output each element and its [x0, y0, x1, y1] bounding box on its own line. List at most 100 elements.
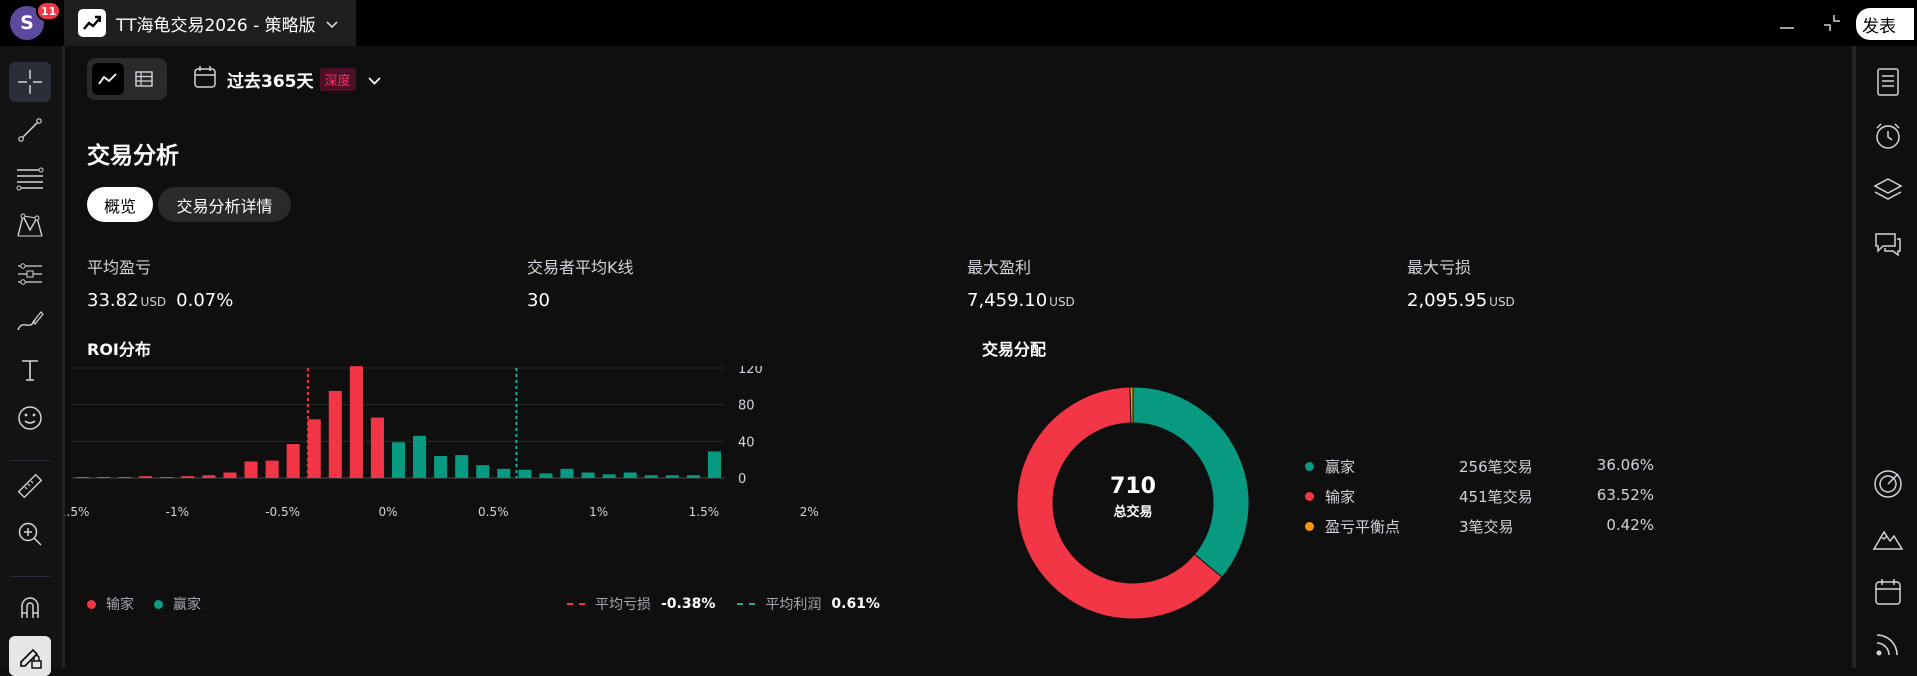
row-name: 赢家 — [1325, 458, 1356, 476]
donut-center: 710 总交易 — [1014, 474, 1252, 520]
winner-bar — [686, 475, 700, 478]
pattern-icon[interactable] — [9, 206, 51, 246]
loser-bar — [244, 461, 258, 478]
collapse-icon[interactable] — [1818, 10, 1846, 36]
loser-bar — [97, 477, 111, 478]
watchlist-icon[interactable] — [1870, 64, 1906, 100]
avg-profit-dash-icon — [737, 603, 756, 605]
minimize-icon[interactable] — [1773, 10, 1801, 36]
stat-avg-bars: 交易者平均K线 30 — [527, 254, 634, 311]
avatar-letter: S — [20, 12, 34, 34]
winner-bar — [434, 456, 448, 478]
stat-avg-pnl: 平均盈亏 33.82 USD 0.07% — [87, 254, 233, 311]
loser-bar — [160, 477, 174, 478]
avg-loss-label: 平均亏损 — [595, 597, 651, 613]
x-tick-label: 2% — [800, 505, 819, 519]
legend-losers: 输家 — [106, 597, 134, 613]
chevron-down-icon[interactable] — [326, 14, 338, 33]
x-tick-label: -0.5% — [265, 505, 300, 519]
zoom-in-icon[interactable] — [9, 514, 51, 554]
fib-retracement-icon[interactable] — [9, 158, 51, 198]
winner-bar — [391, 442, 406, 478]
stat-value: 30 — [527, 290, 550, 311]
loser-bar — [223, 472, 237, 478]
row-trades: 451笔交易 — [1459, 488, 1533, 506]
stat-label: 交易者平均K线 — [527, 258, 634, 277]
stat-value: 2,095.95 — [1407, 290, 1488, 311]
alert-clock-icon[interactable] — [1870, 118, 1906, 154]
page-title: 交易分析 — [87, 143, 179, 169]
chart-logo-icon — [78, 9, 106, 37]
main-panel: 过去365天 深度 交易分析 概览 交易分析详情 平均盈亏 33.82 USD 0.… — [65, 46, 1852, 668]
publish-button[interactable]: 发表 — [1856, 8, 1914, 40]
breakeven-dot — [1305, 522, 1314, 531]
trend-line-icon[interactable] — [9, 110, 51, 150]
stat-percent: 0.07% — [176, 290, 234, 311]
legend-winners: 赢家 — [173, 597, 201, 613]
loser-bar — [139, 476, 153, 478]
loser-bar — [181, 476, 195, 478]
date-range-selector[interactable]: 过去365天 深度 — [193, 64, 381, 94]
crosshair-icon[interactable] — [9, 62, 51, 102]
right-toolbar — [1856, 46, 1917, 668]
stat-unit: USD — [1049, 295, 1075, 309]
stat-unit: USD — [1489, 295, 1515, 309]
ideas-mountain-icon[interactable] — [1870, 520, 1906, 556]
winner-bar — [413, 435, 427, 478]
x-tick-label: 1.5% — [689, 505, 720, 519]
row-name: 输家 — [1325, 488, 1356, 506]
ruler-icon[interactable] — [9, 466, 51, 506]
winner-bar — [518, 469, 532, 478]
brush-icon[interactable] — [9, 302, 51, 342]
x-tick-label: -1.5% — [65, 505, 89, 519]
tab-strategy[interactable]: TT海龟交易2026 - 策略版 — [64, 0, 356, 46]
toolbar-divider — [10, 460, 50, 461]
winner-bar — [560, 468, 574, 478]
tab-title: TT海龟交易2026 - 策略版 — [116, 15, 316, 36]
row-percent: 36.06% — [1596, 456, 1654, 474]
losers-dot — [1305, 492, 1314, 501]
loser-bar — [118, 477, 132, 478]
notification-badge: 11 — [36, 1, 62, 21]
x-tick-label: 0% — [378, 505, 397, 519]
loser-bar — [286, 444, 300, 478]
emoji-icon[interactable] — [9, 398, 51, 438]
layers-icon[interactable] — [1870, 172, 1906, 208]
row-name: 盈亏平衡点 — [1325, 518, 1401, 536]
chat-icon[interactable] — [1870, 226, 1906, 262]
y-tick-label: 40 — [738, 435, 755, 450]
winner-bar — [644, 475, 658, 478]
date-range-label: 过去365天 — [227, 71, 314, 92]
winner-bar — [581, 472, 595, 478]
chevron-down-icon — [367, 70, 381, 89]
distribution-title: 交易分配 — [982, 340, 1047, 359]
winner-bar — [707, 451, 721, 478]
winner-bar — [539, 473, 553, 478]
target-icon[interactable] — [1870, 466, 1906, 502]
tab-analysis-details[interactable]: 交易分析详情 — [158, 187, 291, 222]
avg-loss-value: -0.38% — [661, 596, 716, 612]
tab-overview[interactable]: 概览 — [87, 187, 153, 222]
row-trades: 256笔交易 — [1459, 458, 1533, 476]
text-icon[interactable] — [9, 350, 51, 390]
table-view-icon[interactable] — [128, 63, 160, 95]
winners-legend-dot — [154, 599, 163, 609]
avg-loss-dash-icon — [567, 603, 585, 605]
row-trades: 3笔交易 — [1459, 518, 1514, 536]
row-percent: 0.42% — [1606, 516, 1654, 534]
lock-drawing-icon[interactable] — [9, 636, 51, 676]
depth-badge: 深度 — [319, 67, 356, 91]
avg-profit-value: 0.61% — [831, 596, 880, 612]
view-toggle — [87, 58, 167, 100]
chart-view-icon[interactable] — [92, 63, 124, 95]
roi-chart: 0 40 80 120 -1.5% -1% -0.5% 0% 0.5% 1% 1.5% 2% — [65, 366, 819, 519]
broadcast-icon[interactable] — [1870, 626, 1906, 662]
forecast-icon[interactable] — [9, 254, 51, 294]
magnet-icon[interactable] — [9, 588, 51, 628]
calendar-icon[interactable] — [1870, 574, 1906, 610]
winners-dot — [1305, 462, 1314, 471]
calendar-icon — [193, 65, 217, 93]
y-tick-label: 80 — [738, 399, 755, 414]
row-percent: 63.52% — [1596, 486, 1654, 504]
roi-chart-title: ROI分布 — [87, 340, 151, 359]
